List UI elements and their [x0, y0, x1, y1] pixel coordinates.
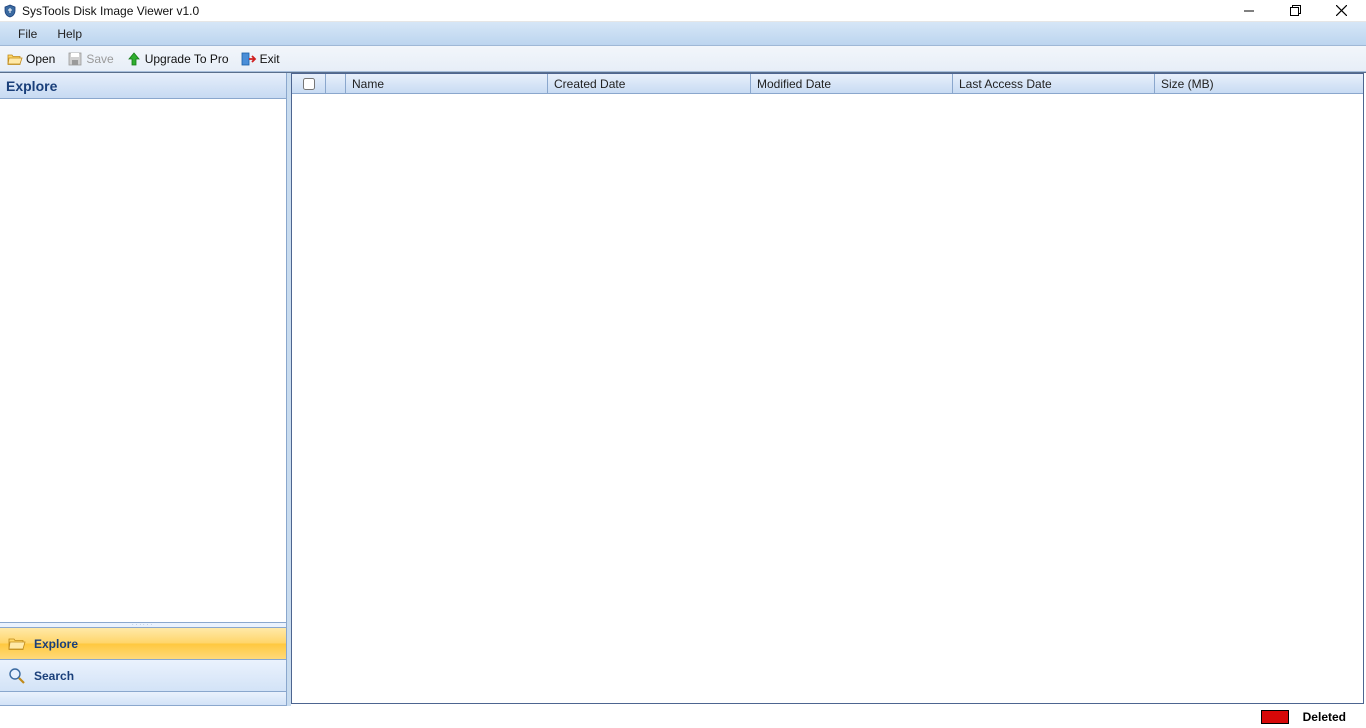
table-body[interactable]	[292, 94, 1363, 703]
minimize-button[interactable]	[1226, 0, 1272, 21]
nav-tail	[0, 692, 286, 706]
select-all-checkbox[interactable]	[303, 78, 315, 90]
legend-swatch-deleted	[1261, 710, 1289, 724]
legend-label-deleted: Deleted	[1303, 710, 1346, 724]
folder-tree-icon	[8, 635, 26, 653]
nav-explore-label: Explore	[34, 637, 78, 651]
exit-button[interactable]: Exit	[238, 49, 283, 69]
title-bar: SysTools Disk Image Viewer v1.0	[0, 0, 1366, 22]
nav-explore[interactable]: Explore	[0, 628, 286, 660]
close-button[interactable]	[1318, 0, 1364, 21]
open-button[interactable]: Open	[4, 49, 58, 69]
exit-icon	[241, 51, 257, 67]
menu-help[interactable]: Help	[47, 22, 92, 45]
exit-label: Exit	[260, 52, 280, 66]
column-name[interactable]: Name	[346, 74, 548, 93]
magnifier-icon	[8, 667, 26, 685]
window-title: SysTools Disk Image Viewer v1.0	[22, 4, 1226, 18]
column-checkbox[interactable]	[292, 74, 326, 93]
save-button: Save	[64, 49, 116, 69]
toolbar: Open Save Upgrade To Pro Exit	[0, 46, 1366, 72]
status-bar: Deleted	[0, 706, 1366, 728]
upgrade-button[interactable]: Upgrade To Pro	[123, 49, 232, 69]
save-label: Save	[86, 52, 113, 66]
column-created-date[interactable]: Created Date	[548, 74, 751, 93]
right-panel: Name Created Date Modified Date Last Acc…	[291, 73, 1364, 704]
nav-search-label: Search	[34, 669, 74, 683]
menu-file[interactable]: File	[8, 22, 47, 45]
window-controls	[1226, 0, 1364, 21]
tree-view[interactable]	[0, 99, 286, 622]
table-header: Name Created Date Modified Date Last Acc…	[292, 74, 1363, 94]
floppy-disk-icon	[67, 51, 83, 67]
column-last-access-date[interactable]: Last Access Date	[953, 74, 1155, 93]
maximize-button[interactable]	[1272, 0, 1318, 21]
menu-bar: File Help	[0, 22, 1366, 46]
nav-search[interactable]: Search	[0, 660, 286, 692]
arrow-up-icon	[126, 51, 142, 67]
main-body: Explore ······ Explore Search	[0, 72, 1366, 706]
column-size[interactable]: Size (MB)	[1155, 74, 1363, 93]
open-label: Open	[26, 52, 55, 66]
column-modified-date[interactable]: Modified Date	[751, 74, 953, 93]
app-icon	[2, 3, 18, 19]
column-icon-gap	[326, 74, 346, 93]
upgrade-label: Upgrade To Pro	[145, 52, 229, 66]
explore-header: Explore	[0, 73, 286, 99]
folder-open-icon	[7, 51, 23, 67]
left-panel: Explore ······ Explore Search	[0, 73, 287, 706]
